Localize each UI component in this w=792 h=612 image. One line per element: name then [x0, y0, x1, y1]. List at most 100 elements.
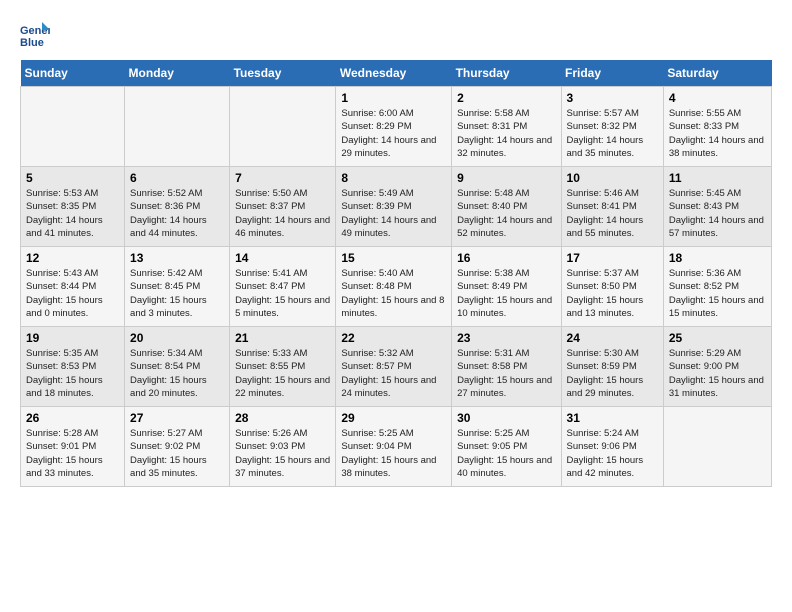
day-info: Sunrise: 5:27 AM Sunset: 9:02 PM Dayligh…: [130, 427, 224, 480]
day-info: Sunrise: 5:46 AM Sunset: 8:41 PM Dayligh…: [567, 187, 658, 240]
page-header: General Blue: [20, 20, 772, 50]
day-info: Sunrise: 5:53 AM Sunset: 8:35 PM Dayligh…: [26, 187, 119, 240]
calendar-cell: 27 Sunrise: 5:27 AM Sunset: 9:02 PM Dayli…: [125, 407, 230, 487]
weekday-header-sunday: Sunday: [21, 60, 125, 87]
day-info: Sunrise: 5:43 AM Sunset: 8:44 PM Dayligh…: [26, 267, 119, 320]
day-number: 2: [457, 91, 555, 105]
day-number: 24: [567, 331, 658, 345]
day-number: 27: [130, 411, 224, 425]
day-number: 6: [130, 171, 224, 185]
day-number: 7: [235, 171, 330, 185]
day-info: Sunrise: 5:35 AM Sunset: 8:53 PM Dayligh…: [26, 347, 119, 400]
calendar-table: SundayMondayTuesdayWednesdayThursdayFrid…: [20, 60, 772, 487]
calendar-cell: 14Sunrise: 5:41 AM Sunset: 8:47 PM Dayli…: [230, 247, 336, 327]
calendar-cell: 17 Sunrise: 5:37 AM Sunset: 8:50 PM Dayli…: [561, 247, 663, 327]
calendar-cell: 29 Sunrise: 5:25 AM Sunset: 9:04 PM Dayli…: [336, 407, 452, 487]
day-info: Sunrise: 5:49 AM Sunset: 8:39 PM Dayligh…: [341, 187, 446, 240]
calendar-cell: [663, 407, 771, 487]
day-number: 19: [26, 331, 119, 345]
day-info: Sunrise: 5:55 AM Sunset: 8:33 PM Dayligh…: [669, 107, 766, 160]
calendar-cell: 2 Sunrise: 5:58 AM Sunset: 8:31 PM Daylig…: [452, 87, 561, 167]
weekday-header-saturday: Saturday: [663, 60, 771, 87]
weekday-header-monday: Monday: [125, 60, 230, 87]
week-row-3: 12 Sunrise: 5:43 AM Sunset: 8:44 PM Dayli…: [21, 247, 772, 327]
calendar-cell: 18Sunrise: 5:36 AM Sunset: 8:52 PM Dayli…: [663, 247, 771, 327]
calendar-cell: 13Sunrise: 5:42 AM Sunset: 8:45 PM Dayli…: [125, 247, 230, 327]
day-info: Sunrise: 5:57 AM Sunset: 8:32 PM Dayligh…: [567, 107, 658, 160]
day-number: 15: [341, 251, 446, 265]
day-number: 9: [457, 171, 555, 185]
calendar-cell: 4 Sunrise: 5:55 AM Sunset: 8:33 PM Daylig…: [663, 87, 771, 167]
day-number: 8: [341, 171, 446, 185]
calendar-cell: 15Sunrise: 5:40 AM Sunset: 8:48 PM Dayli…: [336, 247, 452, 327]
week-row-5: 26Sunrise: 5:28 AM Sunset: 9:01 PM Dayli…: [21, 407, 772, 487]
day-number: 11: [669, 171, 766, 185]
day-info: Sunrise: 5:41 AM Sunset: 8:47 PM Dayligh…: [235, 267, 330, 320]
day-info: Sunrise: 5:38 AM Sunset: 8:49 PM Dayligh…: [457, 267, 555, 320]
day-info: Sunrise: 5:33 AM Sunset: 8:55 PM Dayligh…: [235, 347, 330, 400]
week-row-4: 19 Sunrise: 5:35 AM Sunset: 8:53 PM Dayli…: [21, 327, 772, 407]
day-number: 5: [26, 171, 119, 185]
day-info: Sunrise: 5:37 AM Sunset: 8:50 PM Dayligh…: [567, 267, 658, 320]
day-number: 1: [341, 91, 446, 105]
weekday-header-wednesday: Wednesday: [336, 60, 452, 87]
calendar-cell: 9Sunrise: 5:48 AM Sunset: 8:40 PM Daylig…: [452, 167, 561, 247]
calendar-cell: 23 Sunrise: 5:31 AM Sunset: 8:58 PM Dayli…: [452, 327, 561, 407]
calendar-cell: 28Sunrise: 5:26 AM Sunset: 9:03 PM Dayli…: [230, 407, 336, 487]
day-info: Sunrise: 5:31 AM Sunset: 8:58 PM Dayligh…: [457, 347, 555, 400]
calendar-cell: 1 Sunrise: 6:00 AM Sunset: 8:29 PM Daylig…: [336, 87, 452, 167]
calendar-cell: 24 Sunrise: 5:30 AM Sunset: 8:59 PM Dayli…: [561, 327, 663, 407]
day-number: 3: [567, 91, 658, 105]
day-info: Sunrise: 5:52 AM Sunset: 8:36 PM Dayligh…: [130, 187, 224, 240]
day-info: Sunrise: 5:58 AM Sunset: 8:31 PM Dayligh…: [457, 107, 555, 160]
calendar-cell: 8 Sunrise: 5:49 AM Sunset: 8:39 PM Daylig…: [336, 167, 452, 247]
day-info: Sunrise: 5:28 AM Sunset: 9:01 PM Dayligh…: [26, 427, 119, 480]
weekday-header-friday: Friday: [561, 60, 663, 87]
svg-text:Blue: Blue: [20, 37, 44, 49]
day-number: 13: [130, 251, 224, 265]
day-info: Sunrise: 5:25 AM Sunset: 9:05 PM Dayligh…: [457, 427, 555, 480]
day-number: 29: [341, 411, 446, 425]
calendar-cell: 12 Sunrise: 5:43 AM Sunset: 8:44 PM Dayli…: [21, 247, 125, 327]
day-info: Sunrise: 5:32 AM Sunset: 8:57 PM Dayligh…: [341, 347, 446, 400]
day-number: 21: [235, 331, 330, 345]
calendar-cell: 3 Sunrise: 5:57 AM Sunset: 8:32 PM Daylig…: [561, 87, 663, 167]
calendar-cell: 30 Sunrise: 5:25 AM Sunset: 9:05 PM Dayli…: [452, 407, 561, 487]
calendar-cell: 6 Sunrise: 5:52 AM Sunset: 8:36 PM Daylig…: [125, 167, 230, 247]
day-number: 30: [457, 411, 555, 425]
day-info: Sunrise: 5:45 AM Sunset: 8:43 PM Dayligh…: [669, 187, 766, 240]
weekday-header-thursday: Thursday: [452, 60, 561, 87]
day-number: 25: [669, 331, 766, 345]
day-info: Sunrise: 6:00 AM Sunset: 8:29 PM Dayligh…: [341, 107, 446, 160]
weekday-header-row: SundayMondayTuesdayWednesdayThursdayFrid…: [21, 60, 772, 87]
calendar-cell: 25Sunrise: 5:29 AM Sunset: 9:00 PM Dayli…: [663, 327, 771, 407]
day-number: 23: [457, 331, 555, 345]
calendar-cell: 21 Sunrise: 5:33 AM Sunset: 8:55 PM Dayli…: [230, 327, 336, 407]
day-number: 12: [26, 251, 119, 265]
day-info: Sunrise: 5:24 AM Sunset: 9:06 PM Dayligh…: [567, 427, 658, 480]
day-info: Sunrise: 5:34 AM Sunset: 8:54 PM Dayligh…: [130, 347, 224, 400]
calendar-cell: 11 Sunrise: 5:45 AM Sunset: 8:43 PM Dayli…: [663, 167, 771, 247]
logo-icon: General Blue: [20, 20, 50, 50]
calendar-cell: 19 Sunrise: 5:35 AM Sunset: 8:53 PM Dayli…: [21, 327, 125, 407]
day-number: 10: [567, 171, 658, 185]
day-number: 4: [669, 91, 766, 105]
calendar-cell: 20 Sunrise: 5:34 AM Sunset: 8:54 PM Dayli…: [125, 327, 230, 407]
day-number: 18: [669, 251, 766, 265]
calendar-cell: 22 Sunrise: 5:32 AM Sunset: 8:57 PM Dayli…: [336, 327, 452, 407]
day-number: 28: [235, 411, 330, 425]
day-info: Sunrise: 5:30 AM Sunset: 8:59 PM Dayligh…: [567, 347, 658, 400]
day-info: Sunrise: 5:25 AM Sunset: 9:04 PM Dayligh…: [341, 427, 446, 480]
day-number: 22: [341, 331, 446, 345]
calendar-cell: [230, 87, 336, 167]
calendar-cell: 7 Sunrise: 5:50 AM Sunset: 8:37 PM Daylig…: [230, 167, 336, 247]
day-number: 20: [130, 331, 224, 345]
week-row-2: 5 Sunrise: 5:53 AM Sunset: 8:35 PM Daylig…: [21, 167, 772, 247]
calendar-cell: [21, 87, 125, 167]
weekday-header-tuesday: Tuesday: [230, 60, 336, 87]
day-info: Sunrise: 5:50 AM Sunset: 8:37 PM Dayligh…: [235, 187, 330, 240]
week-row-1: 1 Sunrise: 6:00 AM Sunset: 8:29 PM Daylig…: [21, 87, 772, 167]
day-number: 17: [567, 251, 658, 265]
day-number: 16: [457, 251, 555, 265]
logo: General Blue: [20, 20, 54, 50]
